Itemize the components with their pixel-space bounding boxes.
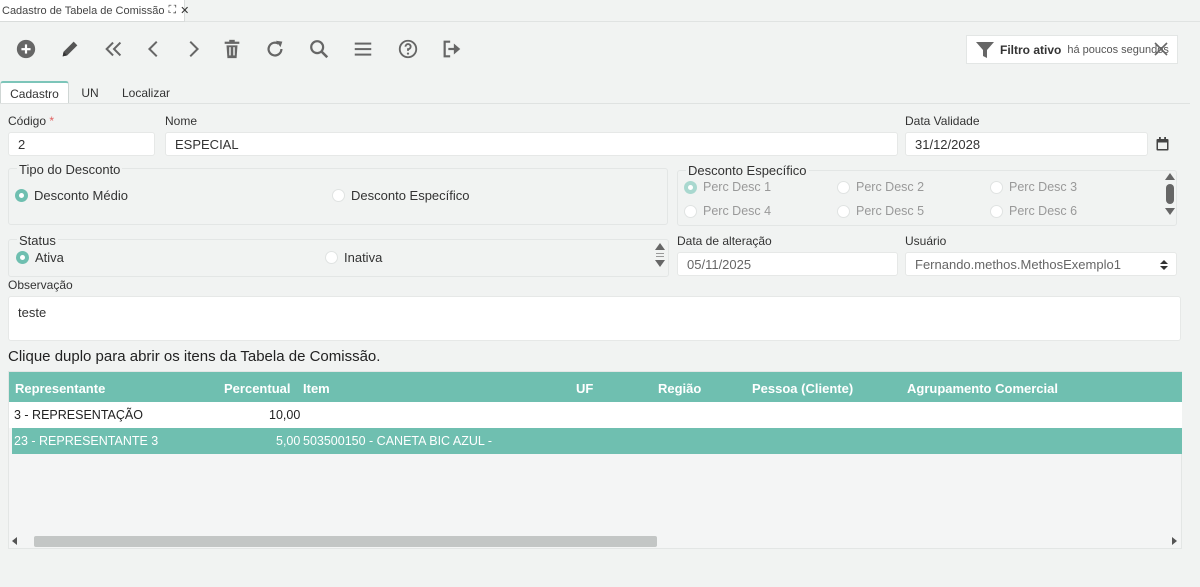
observacao-textarea[interactable]: teste: [8, 296, 1181, 341]
next-record-button[interactable]: [180, 36, 206, 62]
calendar-icon[interactable]: [1156, 137, 1169, 151]
usuario-select[interactable]: Fernando.methos.MethosExemplo1: [905, 252, 1177, 276]
fullscreen-icon[interactable]: ⛶: [168, 4, 176, 17]
grid-header: Representante Percentual Item UF Região …: [9, 372, 1182, 402]
scroll-down-icon[interactable]: [1165, 208, 1175, 215]
column-header-item[interactable]: Item: [303, 381, 330, 396]
radio-dot: [15, 189, 28, 202]
scroll-thumb[interactable]: [1166, 184, 1174, 204]
scroll-right-icon[interactable]: [1172, 537, 1177, 545]
scroll-up-icon[interactable]: [655, 243, 665, 250]
column-header-pessoa[interactable]: Pessoa (Cliente): [752, 381, 853, 396]
radio-desconto-especifico[interactable]: Desconto Específico: [332, 188, 470, 203]
delete-button[interactable]: [219, 36, 245, 62]
select-arrows-icon: [1160, 260, 1168, 270]
first-record-button[interactable]: [101, 36, 127, 62]
codigo-field[interactable]: 2: [8, 132, 155, 156]
radio-perc-desc-3[interactable]: Perc Desc 3: [990, 180, 1077, 194]
comissao-grid: Representante Percentual Item UF Região …: [8, 371, 1182, 549]
radio-inativa[interactable]: Inativa: [325, 250, 382, 265]
pencil-icon: [62, 41, 78, 57]
help-button[interactable]: [395, 36, 421, 62]
radio-ativa[interactable]: Ativa: [16, 250, 64, 265]
chevron-left-icon: [147, 40, 158, 58]
add-button[interactable]: [13, 36, 39, 62]
column-header-representante[interactable]: Representante: [15, 381, 105, 396]
status-label: Status: [17, 233, 58, 248]
radio-perc-desc-1[interactable]: Perc Desc 1: [684, 180, 771, 194]
desconto-especifico-label: Desconto Específico: [686, 163, 809, 178]
previous-record-button[interactable]: [141, 36, 167, 62]
menu-button[interactable]: [350, 36, 376, 62]
data-alteracao-field: 05/11/2025: [677, 252, 898, 276]
add-icon: [16, 39, 36, 59]
refresh-icon: [267, 40, 283, 57]
tab-localizar[interactable]: Localizar: [118, 81, 174, 104]
close-icon[interactable]: [1153, 41, 1169, 57]
cell-percentual: 5,00: [276, 434, 301, 448]
help-icon: [398, 39, 418, 59]
tab-cadastro[interactable]: Cadastro: [0, 81, 69, 104]
table-row[interactable]: 3 - REPRESENTAÇÃO 10,00: [9, 402, 1182, 428]
filter-icon: [976, 41, 994, 58]
column-header-regiao[interactable]: Região: [658, 381, 701, 396]
scroll-thumb[interactable]: [34, 536, 657, 547]
observacao-label: Observação: [8, 278, 73, 292]
document-tab[interactable]: Cadastro de Tabela de Comissão ⛶ ✕: [0, 0, 189, 22]
exit-icon: [443, 40, 461, 58]
scroll-up-icon[interactable]: [1165, 173, 1175, 180]
tab-un[interactable]: UN: [75, 81, 105, 104]
refresh-button[interactable]: [262, 36, 288, 62]
radio-perc-desc-2[interactable]: Perc Desc 2: [837, 180, 924, 194]
radio-perc-desc-5[interactable]: Perc Desc 5: [837, 204, 924, 218]
scroll-down-icon[interactable]: [655, 260, 665, 267]
edit-button[interactable]: [57, 36, 83, 62]
search-icon: [310, 40, 329, 59]
table-row-selected[interactable]: 23 - REPRESENTANTE 3 5,00 503500150 - CA…: [12, 428, 1182, 454]
codigo-label: Código *: [8, 114, 55, 128]
column-header-uf[interactable]: UF: [576, 381, 593, 396]
grid-hint: Clique duplo para abrir os itens da Tabe…: [8, 348, 381, 365]
divider: [0, 103, 1190, 104]
chevron-right-icon: [189, 40, 200, 58]
cell-item: 503500150 - CANETA BIC AZUL -: [303, 434, 492, 448]
data-validade-label: Data Validade: [905, 114, 980, 128]
nome-label: Nome: [165, 114, 198, 128]
column-header-percentual[interactable]: Percentual: [224, 381, 290, 396]
scroll-left-icon[interactable]: [12, 537, 17, 545]
double-chevron-left-icon: [105, 41, 122, 57]
search-button[interactable]: [306, 36, 332, 62]
divider: [185, 21, 1200, 22]
data-validade-field[interactable]: 31/12/2028: [905, 132, 1148, 156]
trash-icon: [224, 39, 240, 59]
usuario-label: Usuário: [905, 234, 947, 248]
radio-desconto-medio[interactable]: Desconto Médio: [15, 188, 128, 203]
radio-dot: [332, 189, 345, 202]
exit-button[interactable]: [439, 36, 465, 62]
cell-percentual: 10,00: [269, 408, 301, 422]
status-scrollbar[interactable]: [654, 243, 666, 275]
menu-icon: [354, 42, 372, 56]
column-header-agrupamento[interactable]: Agrupamento Comercial: [907, 381, 1058, 396]
cell-representante: 23 - REPRESENTANTE 3: [14, 434, 159, 448]
desconto-scrollbar[interactable]: [1164, 173, 1176, 223]
active-filter-indicator[interactable]: Filtro ativo há poucos segundos: [966, 35, 1178, 64]
radio-perc-desc-6[interactable]: Perc Desc 6: [990, 204, 1077, 218]
data-alteracao-label: Data de alteração: [677, 234, 772, 248]
tipo-desconto-label: Tipo do Desconto: [17, 162, 123, 177]
cell-representante: 3 - REPRESENTAÇÃO: [14, 408, 143, 422]
horizontal-scrollbar[interactable]: [9, 534, 1182, 548]
close-tab-icon[interactable]: ✕: [180, 4, 189, 17]
filter-label: Filtro ativo: [1000, 42, 1062, 57]
nome-field[interactable]: ESPECIAL: [165, 132, 898, 156]
document-tab-title: Cadastro de Tabela de Comissão: [2, 4, 165, 17]
radio-perc-desc-4[interactable]: Perc Desc 4: [684, 204, 771, 218]
